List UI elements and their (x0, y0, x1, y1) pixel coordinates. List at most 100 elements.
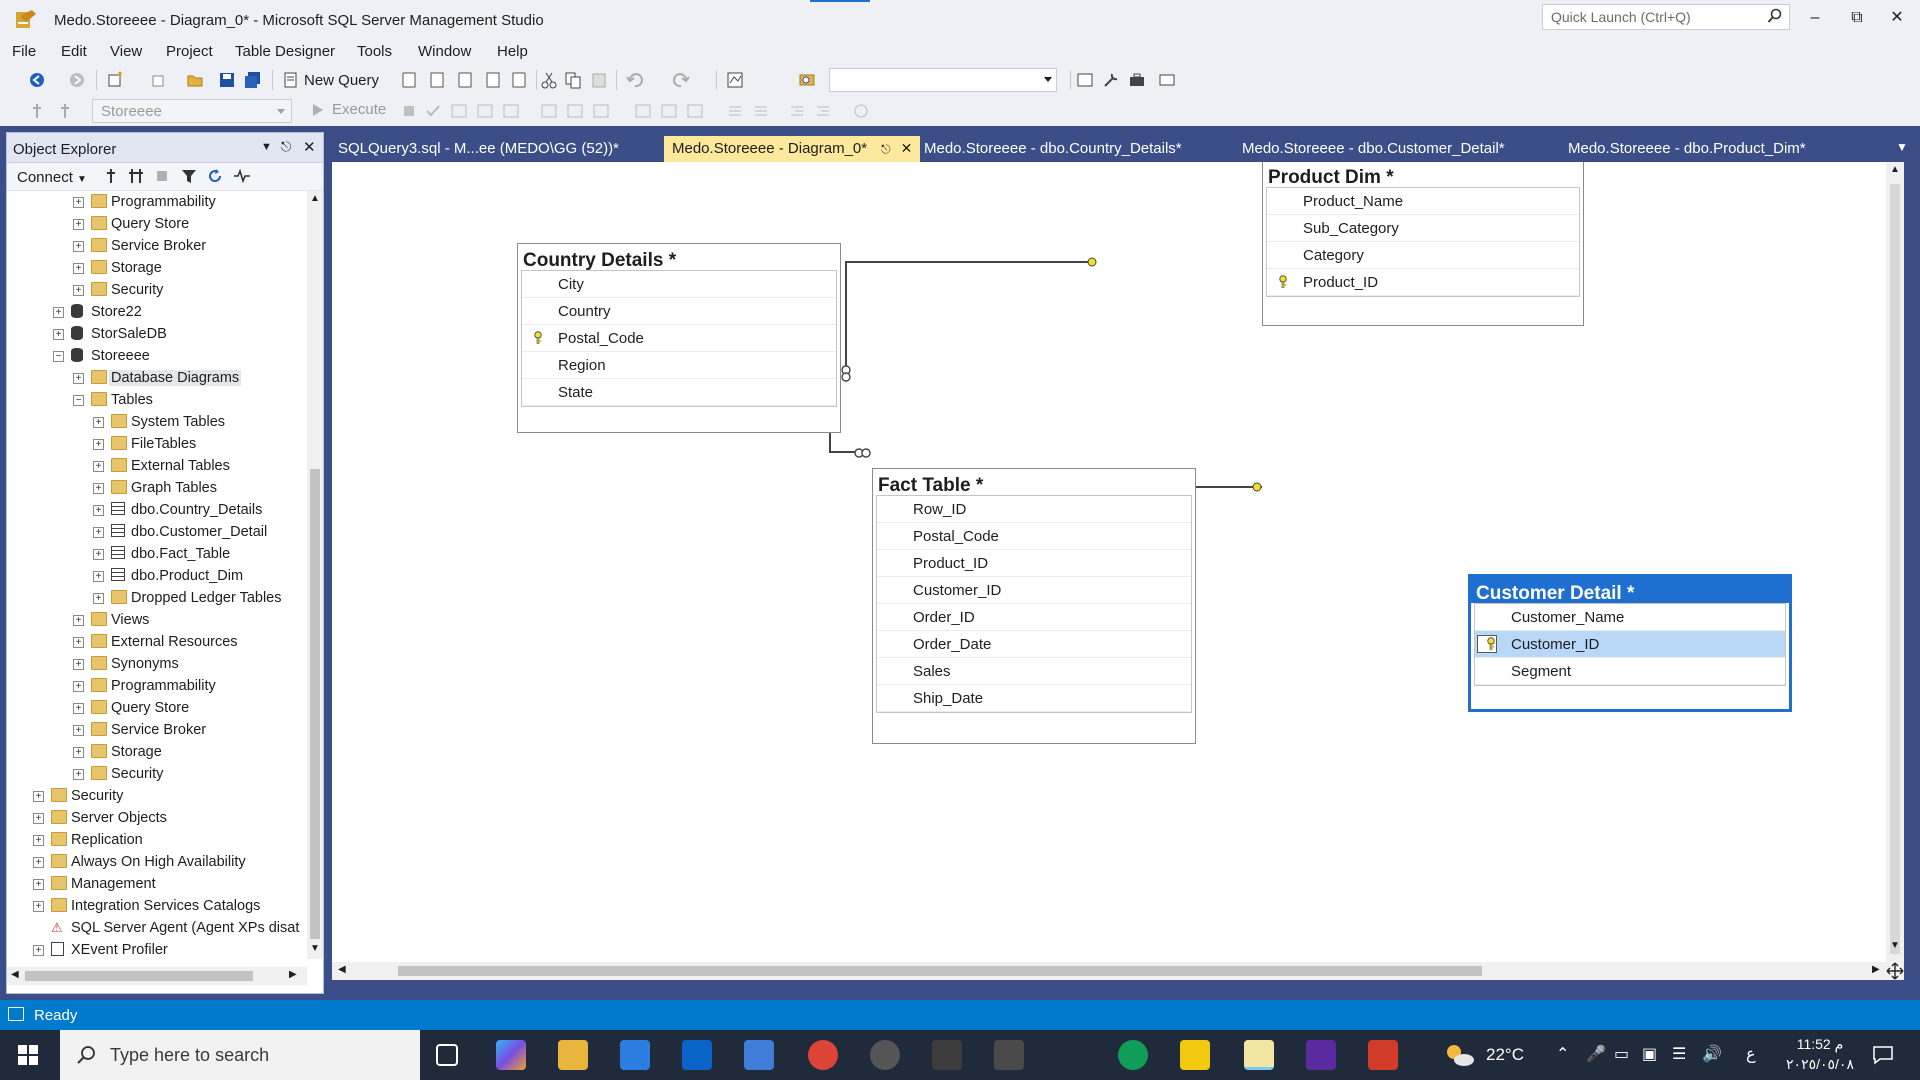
table-customer-detail[interactable]: Customer Detail * Customer_Name Customer_… (1468, 574, 1792, 712)
change-connection-icon[interactable] (56, 102, 74, 120)
clock-time[interactable]: 11:52 م (1780, 1036, 1860, 1053)
expand-icon[interactable]: + (33, 857, 44, 868)
tree-item[interactable]: + Database Diagrams (7, 367, 305, 389)
expand-icon[interactable]: + (93, 571, 104, 582)
scroll-thumb[interactable] (25, 971, 253, 981)
specify-values-icon[interactable] (852, 102, 870, 120)
filter-icon[interactable] (181, 168, 197, 184)
task-view-icon[interactable] (436, 1044, 458, 1066)
tree-item[interactable]: − Tables (7, 389, 305, 411)
dmx-query-icon[interactable] (456, 71, 474, 89)
collapse-icon[interactable]: − (53, 351, 64, 362)
column-row[interactable]: Postal_Code (877, 523, 1191, 550)
battery-icon[interactable]: ▭ (1614, 1044, 1629, 1064)
tree-item[interactable]: + Store22 (7, 301, 305, 323)
available-databases-dropdown[interactable]: Storeeee (92, 99, 292, 123)
column-row[interactable]: Order_ID (877, 604, 1191, 631)
tree-item[interactable]: + Management (7, 873, 305, 895)
refresh-icon[interactable] (207, 168, 223, 184)
tab-customer-detail[interactable]: Medo.Storeeee - dbo.Customer_Detail* (1234, 136, 1513, 162)
column-row[interactable]: Product_Name (1267, 188, 1579, 215)
disconnect-icon[interactable] (127, 168, 145, 184)
close-panel-icon[interactable]: ✕ (303, 138, 316, 156)
expand-icon[interactable]: + (73, 769, 84, 780)
outlook-icon[interactable] (682, 1040, 712, 1070)
expand-icon[interactable]: + (73, 681, 84, 692)
mdx-query-icon[interactable] (428, 71, 446, 89)
connect-dropdown[interactable]: Connect ▼ (17, 169, 87, 186)
column-row[interactable]: Postal_Code (522, 325, 836, 352)
expand-icon[interactable]: + (53, 307, 64, 318)
menu-window[interactable]: Window (418, 43, 471, 60)
scroll-right-icon[interactable]: ▶ (1872, 964, 1880, 975)
column-row[interactable]: Sub_Category (1267, 215, 1579, 242)
table-product-dim[interactable]: Product Dim * Product_Name Sub_Category Ca… (1262, 162, 1584, 326)
toolbox-icon[interactable] (1128, 71, 1146, 89)
menu-table-designer[interactable]: Table Designer (235, 43, 335, 60)
scroll-up-icon[interactable]: ▲ (310, 193, 320, 204)
expand-icon[interactable]: + (73, 285, 84, 296)
tree-item[interactable]: + Storage (7, 741, 305, 763)
connect-object-explorer-icon[interactable] (103, 168, 119, 184)
tree-item[interactable]: + dbo.Customer_Detail (7, 521, 305, 543)
scroll-down-icon[interactable]: ▼ (1890, 940, 1900, 951)
menu-view[interactable]: View (110, 43, 142, 60)
chrome-icon[interactable] (808, 1040, 838, 1070)
scroll-left-icon[interactable]: ◀ (11, 969, 19, 980)
tree-item[interactable]: + Query Store (7, 697, 305, 719)
app-icon[interactable] (994, 1040, 1024, 1070)
camera-icon[interactable]: ▣ (1642, 1044, 1657, 1064)
panel-dropdown-icon[interactable]: ▼ (261, 141, 272, 153)
scroll-right-icon[interactable]: ▶ (289, 969, 297, 980)
expand-icon[interactable]: + (73, 747, 84, 758)
column-row[interactable]: Region (522, 352, 836, 379)
execute-button[interactable]: Execute (312, 101, 386, 118)
open-file-icon[interactable] (186, 71, 204, 89)
expand-icon[interactable]: + (33, 879, 44, 890)
tab-diagram-0[interactable]: Medo.Storeeee - Diagram_0* ⎋ ✕ (664, 136, 921, 162)
tree-item[interactable]: + External Tables (7, 455, 305, 477)
column-row[interactable]: City (522, 271, 836, 298)
tree-item[interactable]: + Security (7, 279, 305, 301)
find-icon[interactable] (798, 71, 816, 89)
tree-item[interactable]: + Always On High Availability (7, 851, 305, 873)
minimize-button[interactable]: – (1798, 6, 1832, 30)
relationship-product-fact[interactable] (845, 261, 1096, 374)
navigate-diagram-icon[interactable] (1886, 962, 1904, 980)
canvas-vertical-scrollbar[interactable]: ▲ ▼ (1886, 162, 1904, 980)
tab-overflow-icon[interactable]: ▼ (1896, 140, 1908, 154)
expand-icon[interactable]: + (53, 329, 64, 340)
tree-item[interactable]: + System Tables (7, 411, 305, 433)
tree-item[interactable]: + Synonyms (7, 653, 305, 675)
query-options-icon[interactable] (476, 102, 494, 120)
column-row[interactable]: Country (522, 298, 836, 325)
new-project-icon[interactable] (106, 71, 124, 89)
canvas-horizontal-scrollbar[interactable]: ◀ ▶ (332, 962, 1886, 980)
activity-monitor-icon[interactable] (726, 71, 744, 89)
add-item-icon[interactable] (150, 71, 168, 89)
tab-country-details[interactable]: Medo.Storeeee - dbo.Country_Details* (916, 136, 1190, 162)
new-query-button[interactable]: New Query (282, 69, 379, 91)
expand-icon[interactable]: + (93, 439, 104, 450)
expand-icon[interactable]: + (33, 813, 44, 824)
tree-item[interactable]: + StorSaleDB (7, 323, 305, 345)
activity-monitor-icon[interactable] (233, 168, 251, 184)
column-row[interactable]: Product_ID (877, 550, 1191, 577)
tree-item[interactable]: + Integration Services Catalogs (7, 895, 305, 917)
copilot-icon[interactable] (496, 1040, 526, 1070)
increase-indent-icon[interactable] (814, 102, 832, 120)
cancel-query-icon[interactable] (400, 102, 418, 120)
expand-icon[interactable]: + (93, 549, 104, 560)
scroll-down-icon[interactable]: ▼ (310, 943, 320, 954)
tree-item[interactable]: + Graph Tables (7, 477, 305, 499)
properties-wrench-icon[interactable] (1102, 71, 1120, 89)
close-tab-icon[interactable]: ✕ (901, 140, 913, 156)
scroll-thumb[interactable] (310, 469, 320, 939)
forward-icon[interactable] (68, 71, 86, 89)
wifi-icon[interactable]: ☰ (1672, 1044, 1686, 1064)
expand-icon[interactable]: + (93, 417, 104, 428)
client-stats-icon[interactable] (592, 102, 610, 120)
chrome-icon[interactable] (1118, 1040, 1148, 1070)
clock-date[interactable]: ٢٠٢٥/٠٥/٠٨ (1780, 1056, 1860, 1073)
quick-launch-input[interactable]: Quick Launch (Ctrl+Q) (1542, 4, 1790, 30)
